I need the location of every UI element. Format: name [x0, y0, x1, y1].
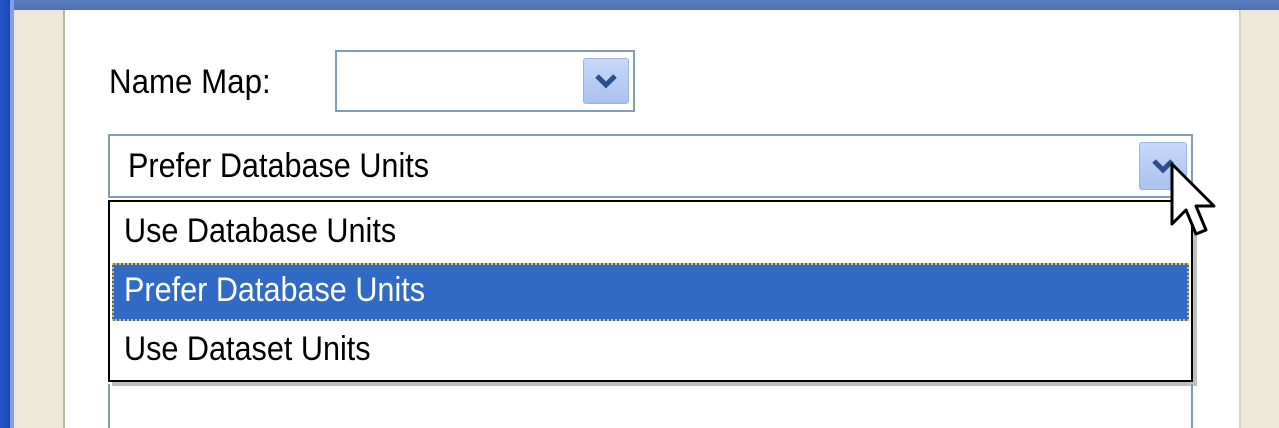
list-item-use-database-units[interactable]: Use Database Units — [112, 204, 1189, 262]
name-map-label: Name Map: — [109, 63, 271, 101]
list-item-label: Use Dataset Units — [124, 330, 371, 368]
units-combo-value: Prefer Database Units — [128, 147, 430, 185]
list-item-prefer-database-units[interactable]: Prefer Database Units — [112, 263, 1189, 321]
desktop: Name Map: Prefer Database Units Use Data… — [0, 0, 1279, 428]
window-top-edge — [0, 0, 1279, 10]
lower-field-outline — [108, 384, 1193, 428]
list-item-label: Use Database Units — [124, 212, 397, 250]
units-dropdown-list: Use Database Units Prefer Database Units… — [108, 200, 1193, 382]
name-map-dropdown-button[interactable] — [583, 58, 629, 104]
window-left-border — [0, 0, 10, 428]
list-item-use-dataset-units[interactable]: Use Dataset Units — [112, 322, 1189, 380]
mouse-pointer-icon — [1170, 162, 1216, 236]
units-combo[interactable]: Prefer Database Units — [108, 134, 1193, 198]
chevron-down-icon — [595, 74, 617, 89]
list-item-label: Prefer Database Units — [124, 271, 426, 309]
name-map-combo[interactable] — [335, 50, 635, 112]
